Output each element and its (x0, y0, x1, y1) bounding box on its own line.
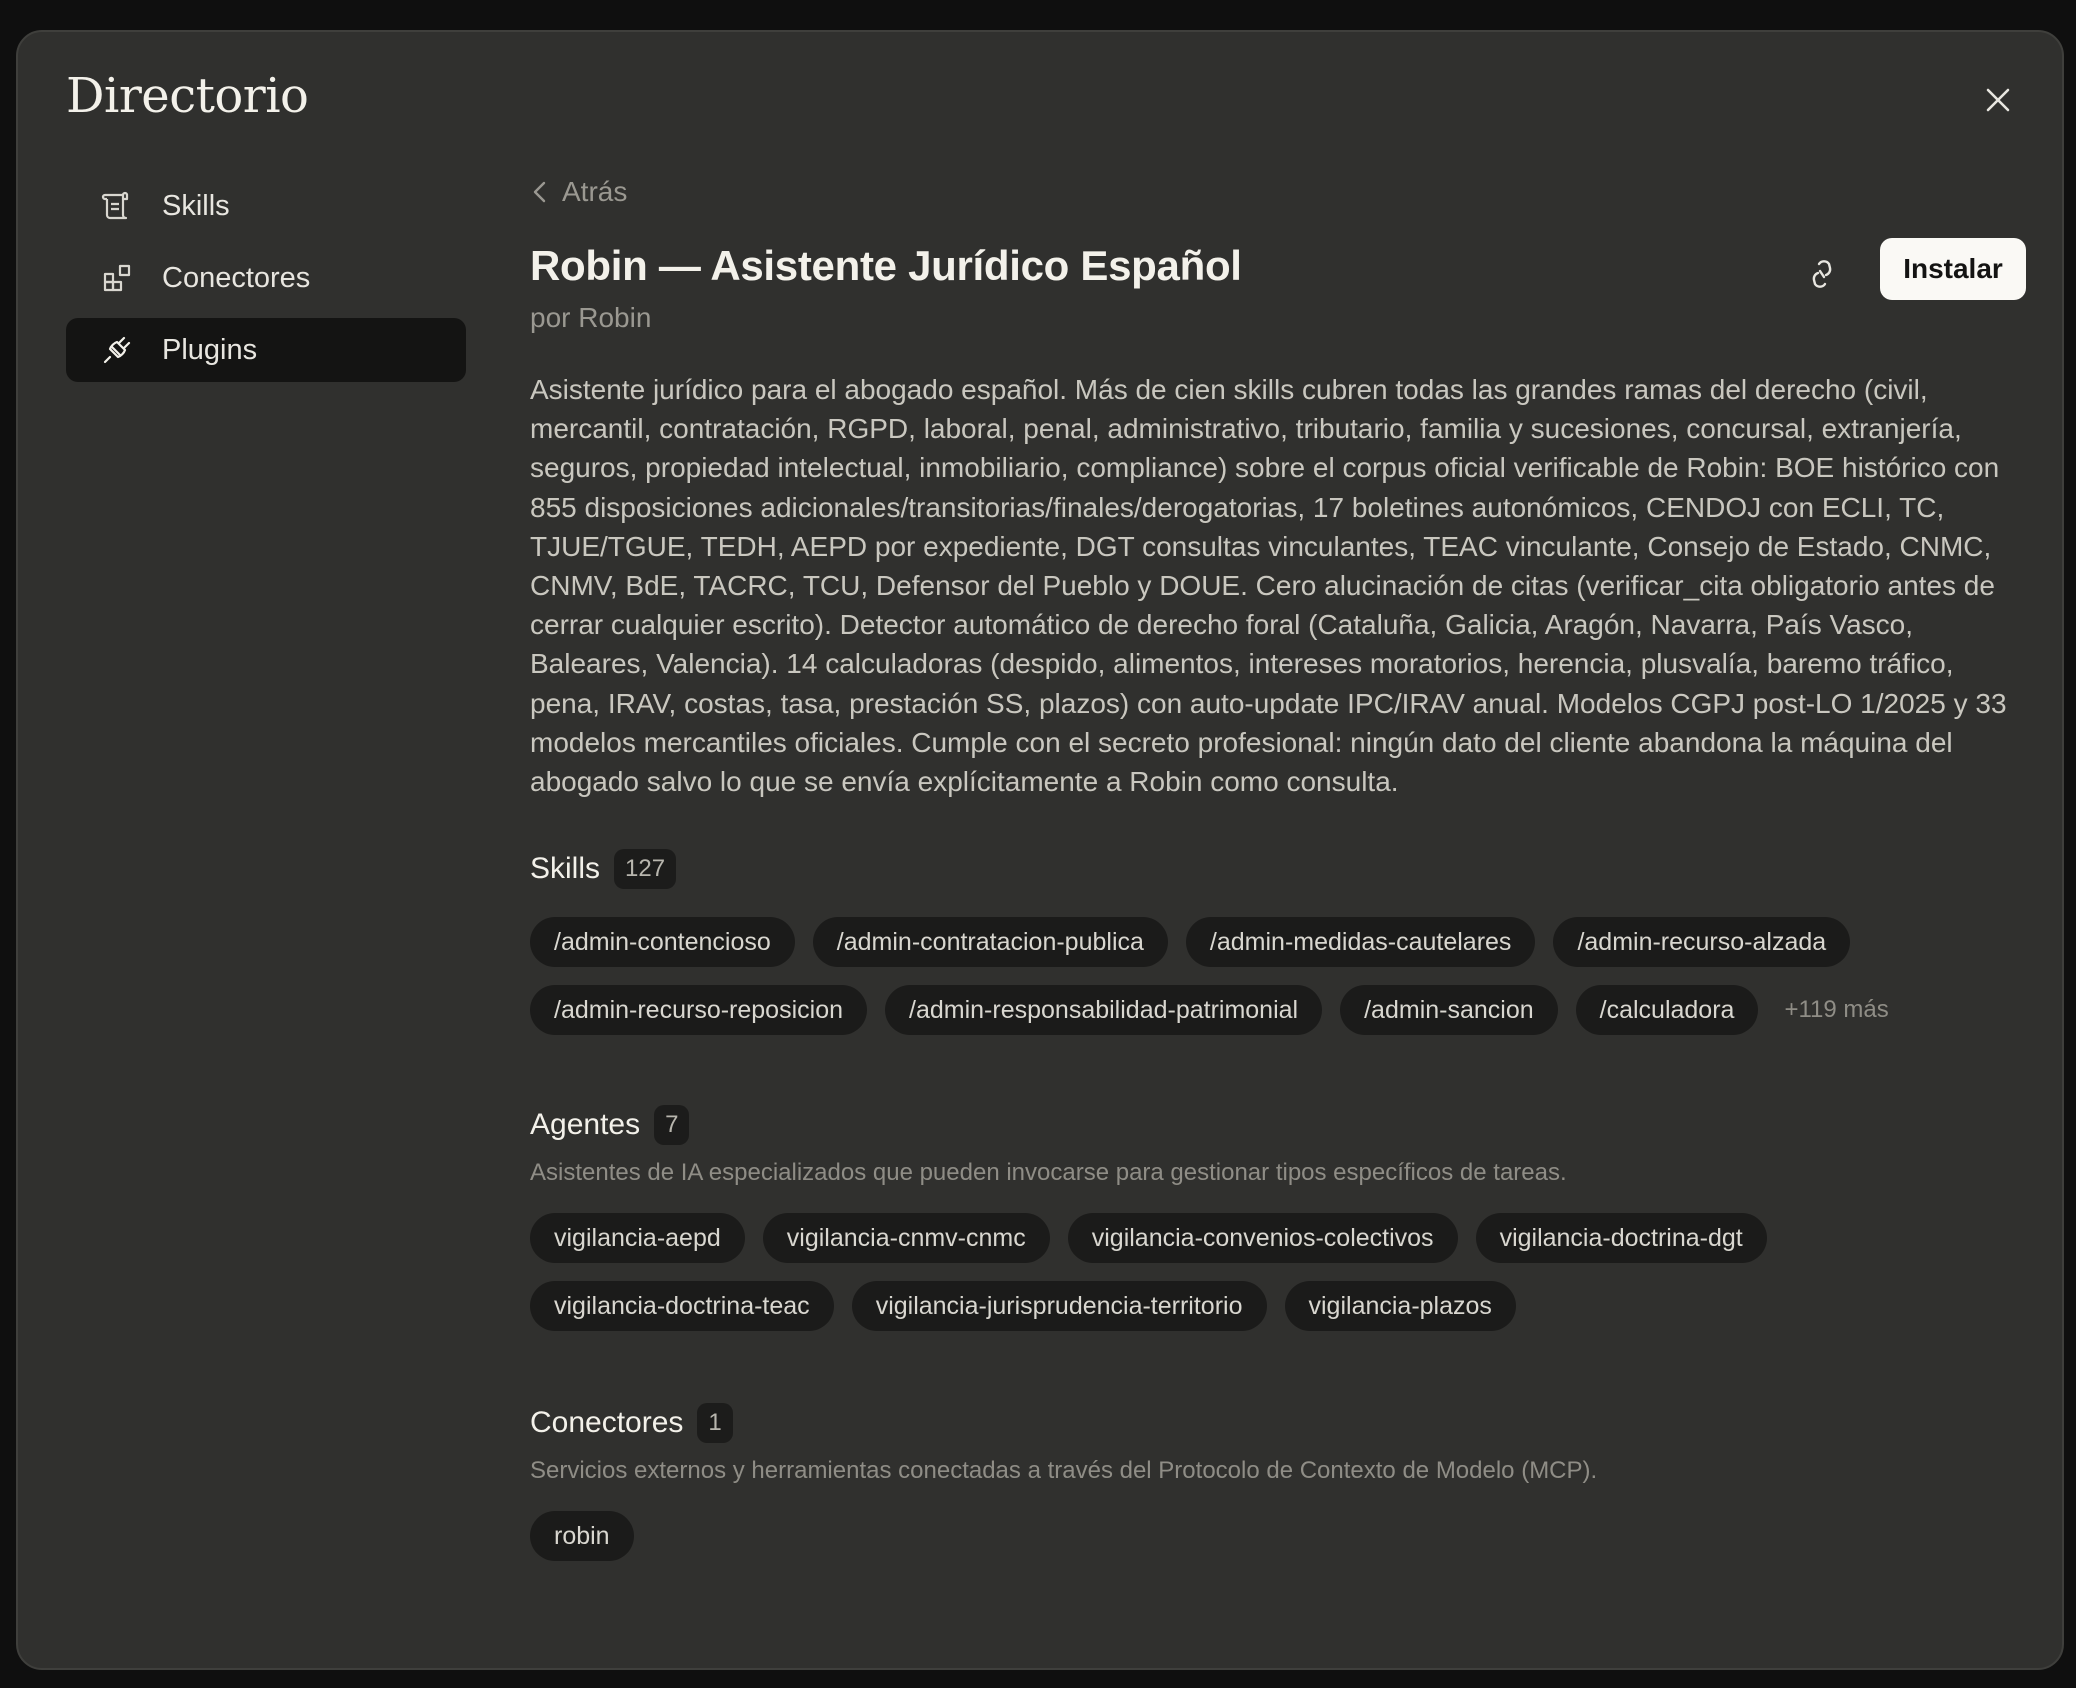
agents-section: Agentes 7 Asistentes de IA especializado… (530, 1105, 2026, 1332)
section-title: Agentes (530, 1108, 641, 1142)
plugin-header: Robin — Asistente Jurídico Español por R… (530, 238, 2026, 360)
skill-chip[interactable]: /admin-sancion (1340, 985, 1558, 1036)
install-button[interactable]: Instalar (1880, 238, 2026, 300)
sidebar-item-skills[interactable]: Skills (66, 174, 466, 238)
sidebar-item-label: Plugins (162, 333, 258, 366)
chevron-left-icon (533, 181, 546, 203)
section-title: Skills (530, 852, 601, 886)
agent-chip[interactable]: vigilancia-aepd (530, 1213, 745, 1264)
count-badge: 1 (697, 1403, 733, 1444)
close-icon (1986, 88, 2010, 112)
count-badge: 7 (654, 1105, 690, 1146)
agent-chip[interactable]: vigilancia-doctrina-teac (530, 1281, 834, 1332)
agent-chip[interactable]: vigilancia-cnmv-cnmc (762, 1213, 1050, 1264)
skill-chip[interactable]: /calculadora (1575, 985, 1759, 1036)
connectors-chip-list: robin (530, 1511, 2026, 1562)
skill-chip[interactable]: /admin-medidas-cautelares (1185, 917, 1536, 968)
sidebar-item-connectors[interactable]: Conectores (66, 246, 466, 310)
skill-chip[interactable]: /admin-contratacion-publica (812, 917, 1168, 968)
agent-chip[interactable]: vigilancia-convenios-colectivos (1067, 1213, 1458, 1264)
back-label: Atrás (562, 176, 628, 207)
sidebar-item-label: Skills (162, 189, 230, 222)
modal-title: Directorio (66, 68, 309, 124)
agent-chip[interactable]: vigilancia-jurisprudencia-territorio (851, 1281, 1267, 1332)
skill-chip[interactable]: /admin-recurso-alzada (1553, 917, 1851, 968)
plugin-author: por Robin (530, 302, 652, 333)
connectors-section: Conectores 1 Servicios externos y herram… (530, 1403, 2026, 1562)
blocks-icon (100, 261, 134, 295)
skill-chip[interactable]: /admin-recurso-reposicion (530, 985, 868, 1036)
sidebar-item-plugins[interactable]: Plugins (66, 318, 466, 382)
section-description: Asistentes de IA especializados que pued… (530, 1159, 1567, 1187)
agents-chip-list: vigilancia-aepd vigilancia-cnmv-cnmc vig… (530, 1213, 2026, 1332)
section-description: Servicios externos y herramientas conect… (530, 1457, 1598, 1485)
connector-chip[interactable]: robin (530, 1511, 634, 1562)
agent-chip[interactable]: vigilancia-plazos (1284, 1281, 1516, 1332)
sidebar: Skills Conectores Plugins (66, 174, 466, 390)
skills-section: Skills 127 /admin-contencioso /admin-con… (530, 849, 2026, 1036)
link-icon (1812, 260, 1832, 288)
directory-modal: Directorio Skills Conectores Plugins Atr… (16, 30, 2064, 1670)
copy-link-button[interactable] (1796, 248, 1848, 300)
skills-chip-list: /admin-contencioso /admin-contratacion-p… (530, 917, 2026, 1036)
skill-chip[interactable]: /admin-contencioso (530, 917, 795, 968)
close-button[interactable] (1974, 76, 2022, 124)
back-button[interactable]: Atrás (530, 172, 2026, 212)
skill-chip[interactable]: /admin-responsabilidad-patrimonial (885, 985, 1323, 1036)
plug-icon (100, 333, 134, 367)
more-skills-link[interactable]: +119 más (1776, 996, 1888, 1024)
section-title: Conectores (530, 1406, 684, 1440)
sidebar-item-label: Conectores (162, 261, 311, 294)
plugin-description: Asistente jurídico para el abogado españ… (530, 374, 2007, 798)
agent-chip[interactable]: vigilancia-doctrina-dgt (1475, 1213, 1767, 1264)
plugin-detail: Atrás Robin — Asistente Jurídico Español… (530, 172, 2026, 1562)
count-badge: 127 (614, 849, 677, 890)
scroll-icon (100, 189, 134, 223)
